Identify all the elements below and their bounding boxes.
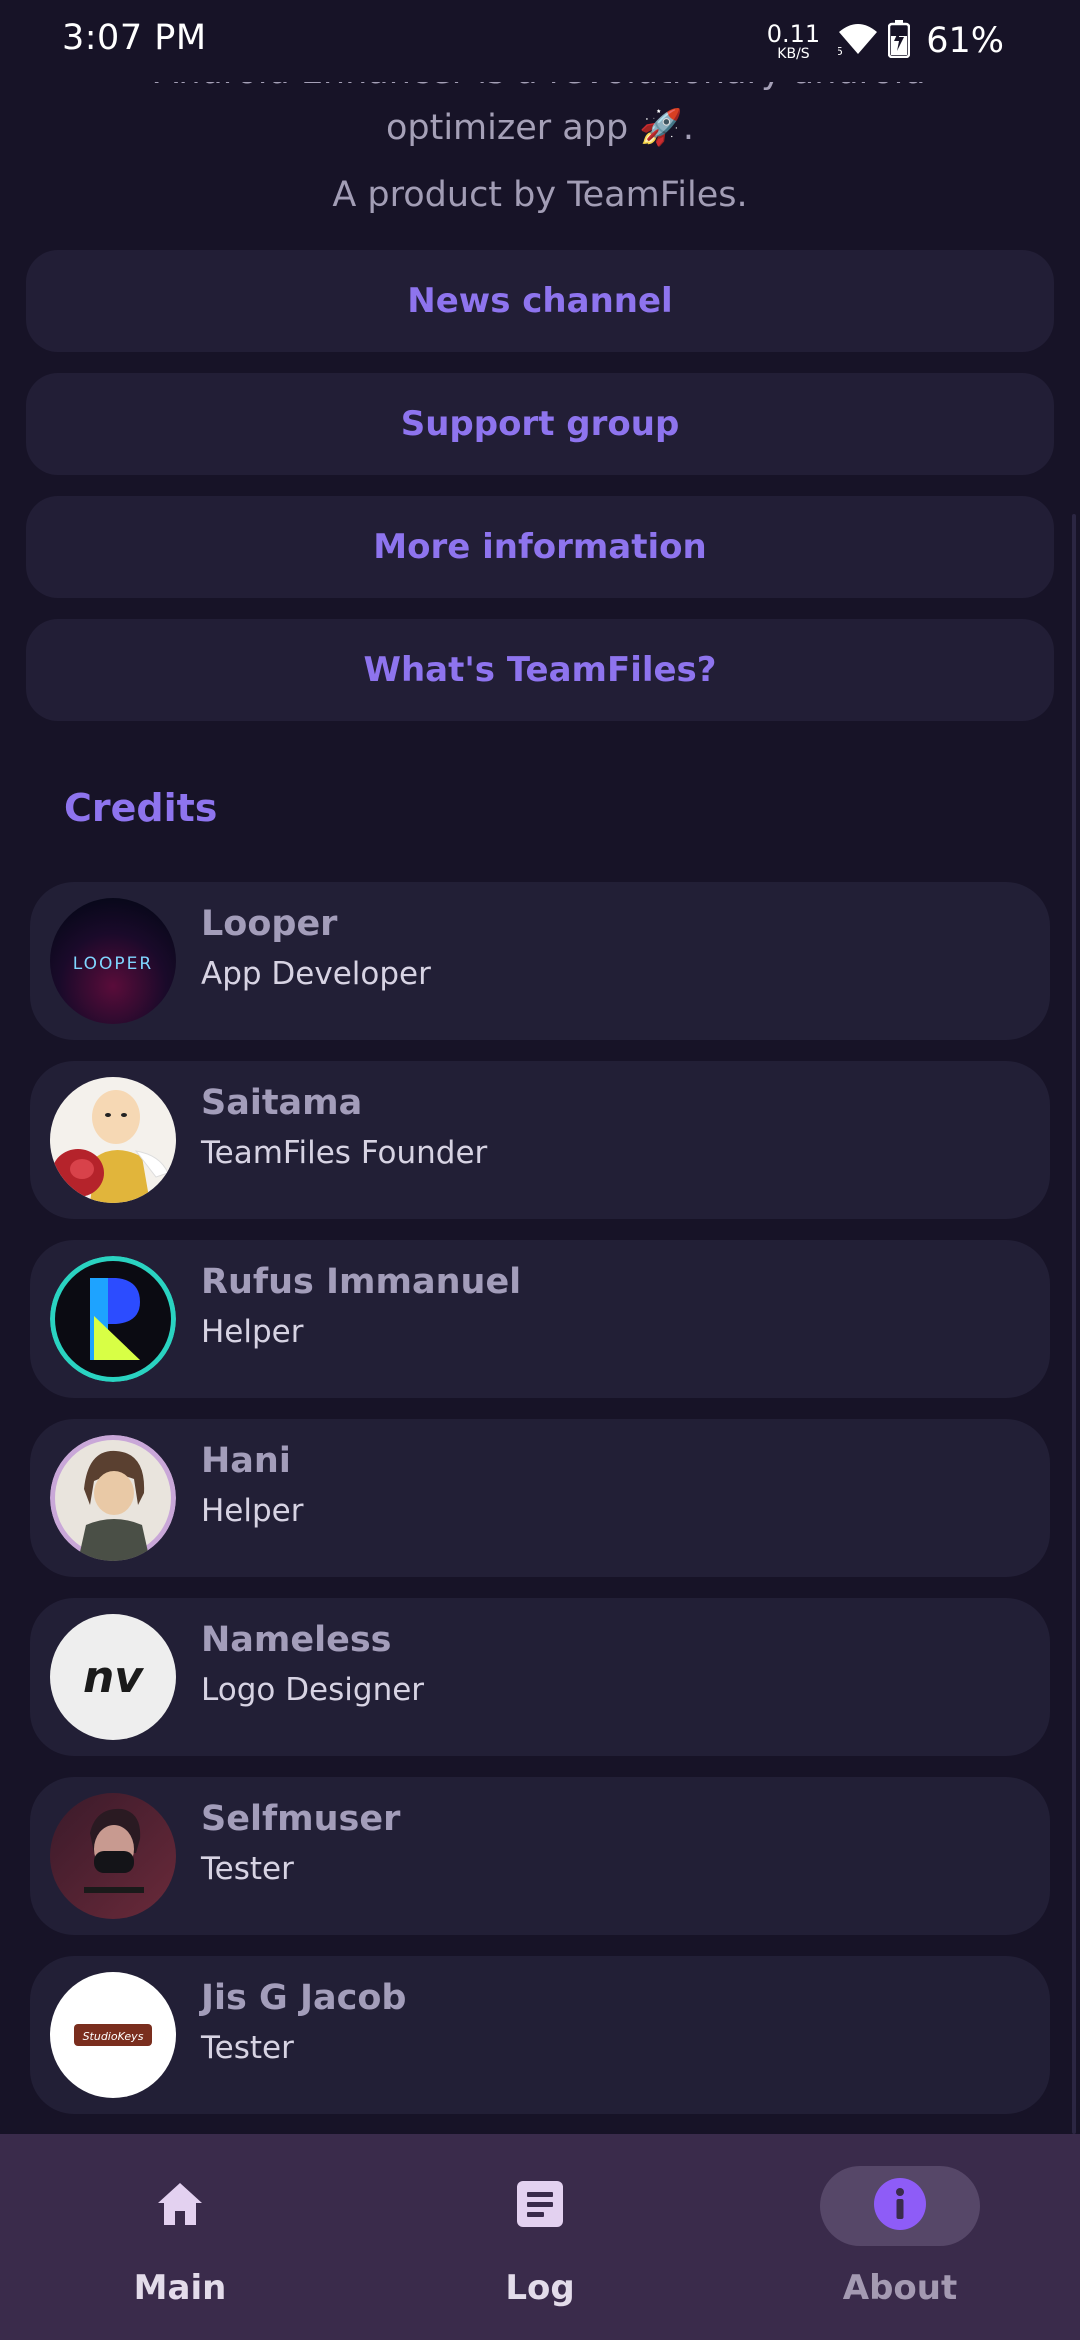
- intro-product-by: A product by TeamFiles.: [332, 175, 748, 215]
- credit-card-nameless[interactable]: nv Nameless Logo Designer: [30, 1598, 1050, 1756]
- credit-name: Nameless: [201, 1620, 392, 1660]
- avatar-looper: LOOPER: [50, 898, 176, 1024]
- status-bar: 3:07 PM 0.11 KB/S 5 61%: [0, 0, 1080, 82]
- whats-teamfiles-button[interactable]: What's TeamFiles?: [26, 619, 1054, 721]
- credit-card-hani[interactable]: Hani Helper: [30, 1419, 1050, 1577]
- avatar-selfmuser: [50, 1793, 176, 1919]
- info-icon: [874, 2178, 926, 2234]
- credit-name: Hani: [201, 1441, 291, 1481]
- credit-role: Logo Designer: [201, 1672, 425, 1708]
- status-time: 3:07 PM: [62, 18, 207, 58]
- credits-title: Credits: [64, 786, 218, 830]
- credit-name: Saitama: [201, 1083, 363, 1123]
- avatar-jis-g-jacob: StudioKeys: [50, 1972, 176, 2098]
- credit-role: Helper: [201, 1493, 304, 1529]
- credit-role: Tester: [201, 2030, 294, 2066]
- network-speed-unit: KB/S: [777, 45, 810, 62]
- credit-role: TeamFiles Founder: [201, 1135, 488, 1171]
- credit-card-looper[interactable]: LOOPER Looper App Developer: [30, 882, 1050, 1040]
- battery-charging-icon: [887, 20, 911, 62]
- avatar-hani: [50, 1435, 176, 1561]
- bottom-navigation: Main Log About: [0, 2134, 1080, 2340]
- nav-item-log[interactable]: Log: [360, 2134, 720, 2340]
- credit-card-jis-g-jacob[interactable]: StudioKeys Jis G Jacob Tester: [30, 1956, 1050, 2114]
- battery-percent: 61%: [926, 21, 1004, 61]
- credit-card-saitama[interactable]: Saitama TeamFiles Founder: [30, 1061, 1050, 1219]
- log-icon: [517, 2181, 563, 2231]
- credit-name: Jis G Jacob: [201, 1978, 407, 2018]
- avatar-saitama: [50, 1077, 176, 1203]
- wifi-icon: 5: [836, 22, 878, 60]
- nav-label-log: Log: [505, 2268, 575, 2308]
- avatar-nameless: nv: [50, 1614, 176, 1740]
- avatar-rufus-immanuel: [50, 1256, 176, 1382]
- scrollbar[interactable]: [1072, 514, 1076, 2134]
- svg-text:5: 5: [838, 45, 843, 56]
- credit-card-selfmuser[interactable]: Selfmuser Tester: [30, 1777, 1050, 1935]
- more-information-button[interactable]: More information: [26, 496, 1054, 598]
- intro-text-line-2: optimizer app 🚀.: [385, 108, 695, 148]
- credit-card-rufus-immanuel[interactable]: Rufus Immanuel Helper: [30, 1240, 1050, 1398]
- nav-item-about[interactable]: About: [720, 2134, 1080, 2340]
- nav-item-main[interactable]: Main: [0, 2134, 360, 2340]
- status-indicators: 0.11 KB/S 5 61%: [767, 18, 1004, 64]
- avatar-looper-logo: LOOPER: [73, 954, 153, 974]
- credit-role: App Developer: [201, 956, 431, 992]
- network-speed: 0.11 KB/S: [767, 22, 820, 61]
- credit-name: Selfmuser: [201, 1799, 401, 1839]
- avatar-jis-logo-text: StudioKeys: [83, 2030, 144, 2043]
- support-group-button[interactable]: Support group: [26, 373, 1054, 475]
- network-speed-value: 0.11: [766, 19, 821, 48]
- nav-label-main: Main: [133, 2268, 227, 2308]
- nav-label-about: About: [842, 2268, 958, 2308]
- avatar-nameless-logo: nv: [83, 1652, 144, 1703]
- home-icon: [156, 2181, 204, 2231]
- credit-name: Looper: [201, 904, 338, 944]
- credit-role: Tester: [201, 1851, 294, 1887]
- news-channel-button[interactable]: News channel: [26, 250, 1054, 352]
- credit-name: Rufus Immanuel: [201, 1262, 522, 1302]
- credit-role: Helper: [201, 1314, 304, 1350]
- about-screen: Android Enhancer is a revolutionary andr…: [0, 0, 1080, 2340]
